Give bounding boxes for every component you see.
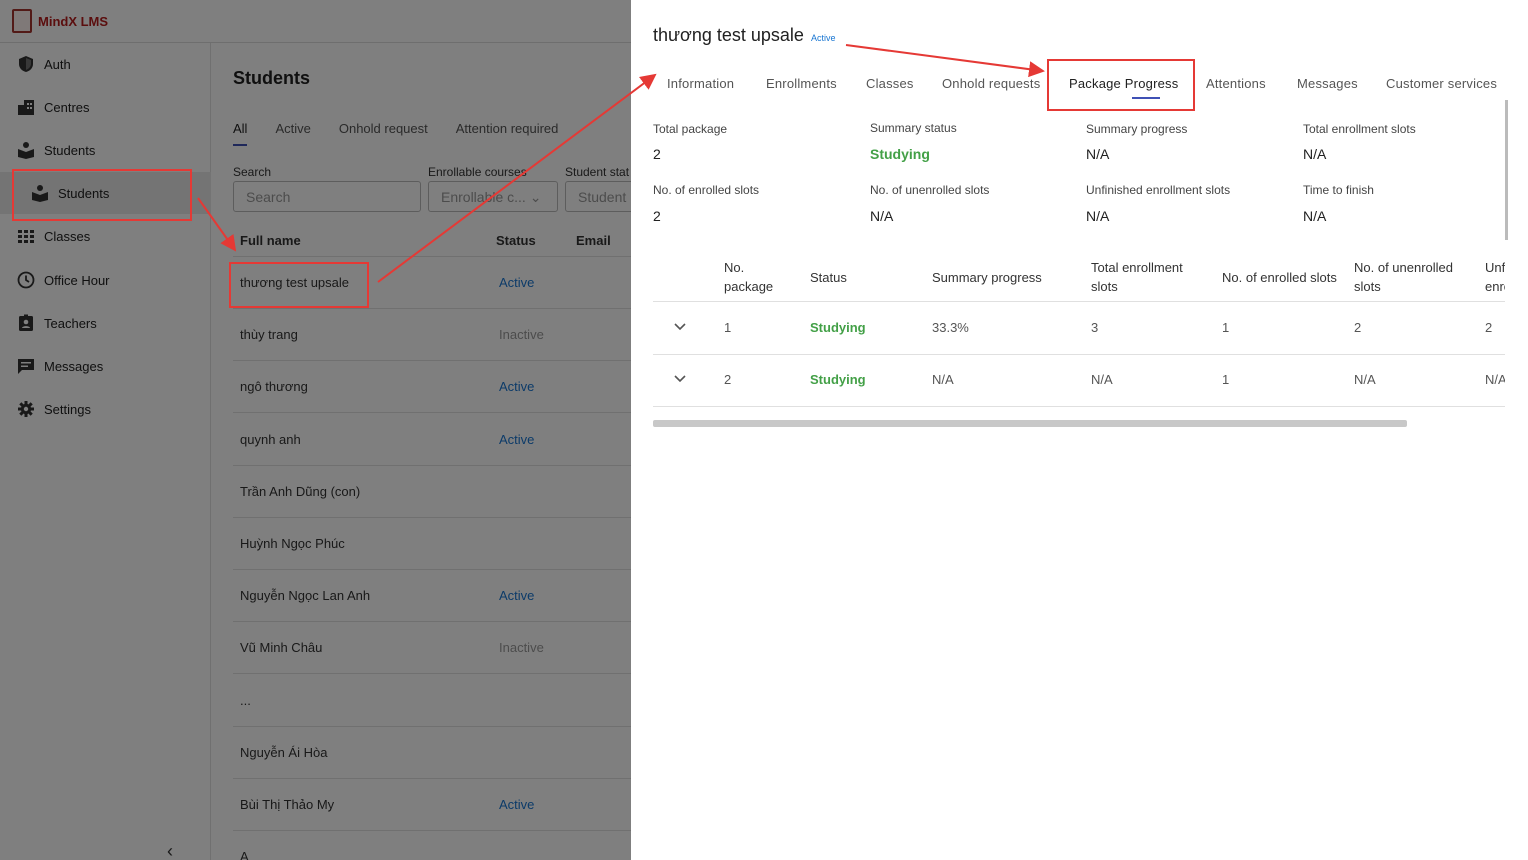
tab-messages[interactable]: Messages bbox=[1297, 76, 1358, 91]
cell-status: Studying bbox=[810, 320, 866, 335]
tab-attentions[interactable]: Attentions bbox=[1206, 76, 1266, 91]
column-header-no-package: No. package bbox=[724, 258, 773, 296]
cell-unenrolled-slots: N/A bbox=[1354, 372, 1376, 387]
column-header-status: Status bbox=[810, 270, 847, 285]
summary-label: Unfinished enrollment slots bbox=[1086, 183, 1231, 197]
active-tab-indicator bbox=[1132, 97, 1160, 99]
column-header-unenrolled-slots: No. of unenrolled slots bbox=[1354, 258, 1453, 296]
cell-no-package: 1 bbox=[724, 320, 732, 335]
column-header-total-enrollment-slots: Total enrollment slots bbox=[1091, 258, 1183, 296]
modal-backdrop[interactable] bbox=[0, 0, 631, 860]
tab-information[interactable]: Information bbox=[667, 76, 734, 91]
summary-label: Summary progress bbox=[1086, 122, 1188, 136]
cell-unenrolled-slots: 2 bbox=[1354, 320, 1362, 335]
column-header-summary-progress: Summary progress bbox=[932, 270, 1042, 285]
summary-label: Summary status bbox=[870, 121, 957, 135]
header-line: No. bbox=[724, 260, 745, 275]
expand-row-icon[interactable] bbox=[673, 372, 687, 386]
column-header-unfinished-slots: Unfinished enrollment bbox=[1485, 258, 1505, 296]
vertical-scrollbar[interactable] bbox=[1505, 100, 1508, 240]
table-divider bbox=[653, 406, 1505, 407]
horizontal-scrollbar[interactable] bbox=[653, 420, 1407, 427]
status-badge: Active bbox=[811, 33, 836, 43]
summary-value: N/A bbox=[1086, 146, 1110, 162]
summary-label: Total package bbox=[653, 122, 728, 136]
cell-enrolled-slots: 1 bbox=[1222, 372, 1230, 387]
summary-value: N/A bbox=[1303, 208, 1327, 224]
summary-label: No. of enrolled slots bbox=[653, 183, 760, 197]
table-divider bbox=[653, 301, 1505, 302]
header-line: package bbox=[724, 279, 774, 294]
cell-summary-progress: 33.3% bbox=[932, 320, 969, 335]
tab-enrollments[interactable]: Enrollments bbox=[766, 76, 837, 91]
header-line: enrollment bbox=[1485, 279, 1505, 294]
cell-total-slots: 3 bbox=[1091, 320, 1099, 335]
header-line: Total enrollment bbox=[1091, 260, 1183, 275]
summary-value: Studying bbox=[870, 146, 930, 162]
column-header-enrolled-slots: No. of enrolled slots bbox=[1222, 270, 1337, 285]
header-line: slots bbox=[1091, 279, 1118, 294]
header-line: slots bbox=[1354, 279, 1381, 294]
summary-value: N/A bbox=[1303, 146, 1327, 162]
summary-label: Time to finish bbox=[1303, 183, 1374, 197]
summary-value: 2 bbox=[653, 146, 661, 162]
summary-value: N/A bbox=[870, 208, 894, 224]
expand-row-icon[interactable] bbox=[673, 320, 687, 334]
tab-classes[interactable]: Classes bbox=[866, 76, 914, 91]
student-detail-drawer: thương test upsale Active Information En… bbox=[631, 0, 1528, 860]
drawer-title: thương test upsale bbox=[653, 25, 804, 45]
cell-summary-progress: N/A bbox=[932, 372, 954, 387]
drawer-tabs: Information Enrollments Classes Onhold r… bbox=[653, 76, 1528, 104]
summary-value: N/A bbox=[1086, 208, 1110, 224]
summary-value: 2 bbox=[653, 208, 661, 224]
tab-onhold-requests[interactable]: Onhold requests bbox=[942, 76, 1040, 91]
cell-unfinished-slots: N/A bbox=[1485, 372, 1505, 387]
summary-label: Total enrollment slots bbox=[1303, 122, 1416, 136]
tab-package-progress[interactable]: Package Progress bbox=[1069, 76, 1178, 91]
tab-customer-services[interactable]: Customer services bbox=[1386, 76, 1497, 91]
package-table: No. package Status Summary progress Total… bbox=[653, 250, 1505, 410]
header-line: Unfinished bbox=[1485, 260, 1505, 275]
cell-status: Studying bbox=[810, 372, 866, 387]
header-line: No. of unenrolled bbox=[1354, 260, 1454, 275]
cell-no-package: 2 bbox=[724, 372, 732, 387]
table-divider bbox=[653, 354, 1505, 355]
cell-unfinished-slots: 2 bbox=[1485, 320, 1493, 335]
cell-total-slots: N/A bbox=[1091, 372, 1113, 387]
cell-enrolled-slots: 1 bbox=[1222, 320, 1230, 335]
summary-label: No. of unenrolled slots bbox=[870, 183, 990, 197]
